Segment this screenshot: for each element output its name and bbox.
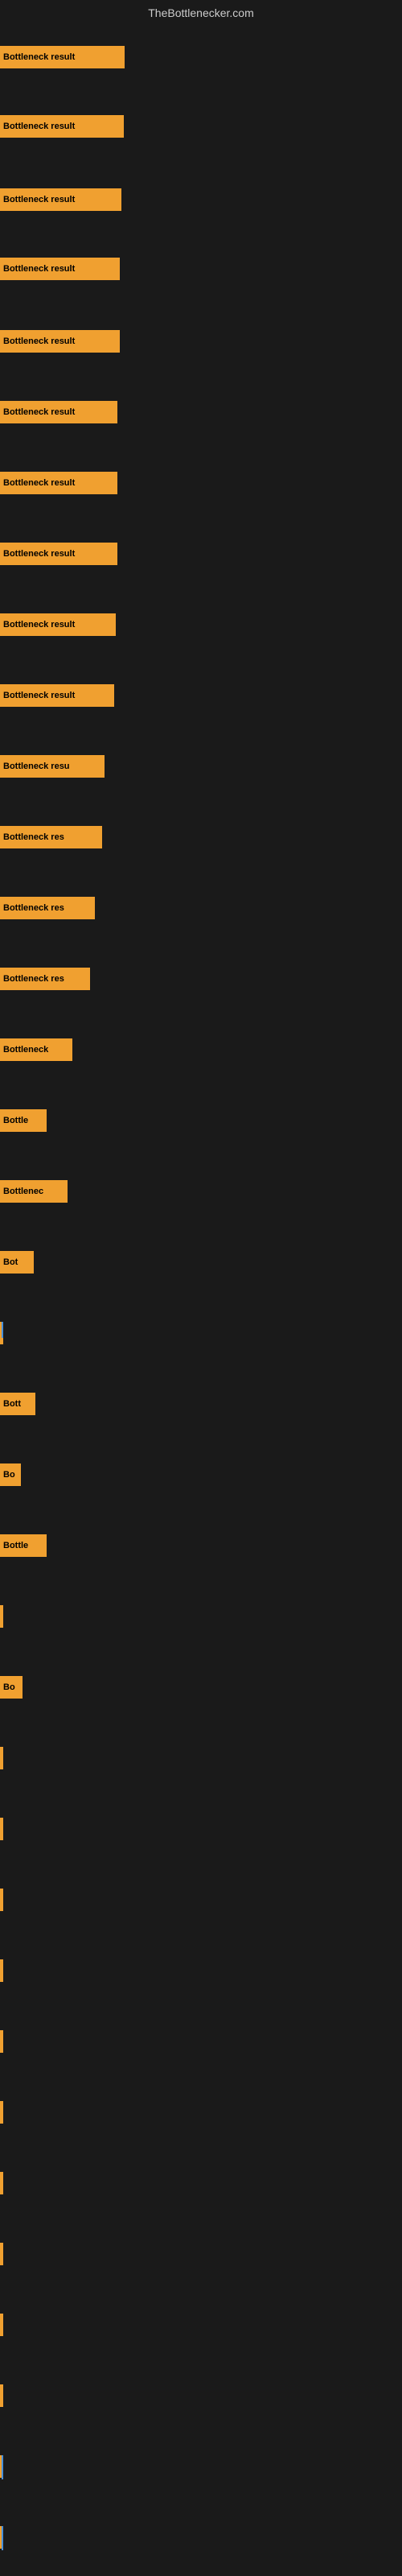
bottleneck-label-11: Bottleneck res — [3, 832, 64, 842]
bottleneck-label-9: Bottleneck result — [3, 691, 75, 700]
bottleneck-label-10: Bottleneck resu — [3, 762, 70, 771]
bottleneck-label-1: Bottleneck result — [3, 122, 75, 131]
vertical-line-1 — [2, 2455, 3, 2479]
bottleneck-bar-31 — [0, 2243, 3, 2265]
bottleneck-bar-22 — [0, 1605, 3, 1628]
bottleneck-label-13: Bottleneck res — [3, 974, 64, 984]
bottleneck-bar-12: Bottleneck res — [0, 897, 95, 919]
bottleneck-bar-14: Bottleneck — [0, 1038, 72, 1061]
site-title: TheBottlenecker.com — [0, 0, 402, 23]
bottleneck-bar-32 — [0, 2314, 3, 2336]
bottleneck-bar-27 — [0, 1959, 3, 1982]
bottleneck-bar-17: Bot — [0, 1251, 34, 1274]
bottleneck-label-5: Bottleneck result — [3, 407, 75, 417]
bottleneck-bar-3: Bottleneck result — [0, 258, 120, 280]
bottleneck-label-19: Bott — [3, 1399, 21, 1409]
bottleneck-label-4: Bottleneck result — [3, 336, 75, 346]
bottleneck-bar-24 — [0, 1747, 3, 1769]
bottleneck-bar-8: Bottleneck result — [0, 613, 116, 636]
bottleneck-bar-11: Bottleneck res — [0, 826, 102, 848]
bottleneck-bar-10: Bottleneck resu — [0, 755, 105, 778]
bottleneck-bar-13: Bottleneck res — [0, 968, 90, 990]
bottleneck-label-14: Bottleneck — [3, 1045, 48, 1055]
bottleneck-bar-21: Bottle — [0, 1534, 47, 1557]
bottleneck-bar-4: Bottleneck result — [0, 330, 120, 353]
bottleneck-label-0: Bottleneck result — [3, 52, 75, 62]
bottleneck-bar-23: Bo — [0, 1676, 23, 1699]
bottleneck-bar-5: Bottleneck result — [0, 401, 117, 423]
bottleneck-bar-15: Bottle — [0, 1109, 47, 1132]
bottleneck-label-17: Bot — [3, 1257, 18, 1267]
bottleneck-label-12: Bottleneck res — [3, 903, 64, 913]
bottleneck-label-2: Bottleneck result — [3, 195, 75, 204]
bottleneck-label-15: Bottle — [3, 1116, 28, 1125]
bottleneck-label-23: Bo — [3, 1682, 15, 1692]
bottleneck-bar-20: Bo — [0, 1463, 21, 1486]
bottleneck-bar-6: Bottleneck result — [0, 472, 117, 494]
bottleneck-bar-30 — [0, 2172, 3, 2194]
bottleneck-label-20: Bo — [3, 1470, 15, 1480]
vertical-line-2 — [2, 2526, 3, 2550]
bottleneck-bar-26 — [0, 1889, 3, 1911]
bottleneck-bar-0: Bottleneck result — [0, 46, 125, 68]
bottleneck-bar-19: Bott — [0, 1393, 35, 1415]
bottleneck-label-8: Bottleneck result — [3, 620, 75, 630]
bottleneck-bar-2: Bottleneck result — [0, 188, 121, 211]
bottleneck-bar-33 — [0, 2384, 3, 2407]
vertical-line-0 — [2, 1322, 3, 1338]
bottleneck-bar-25 — [0, 1818, 3, 1840]
bottleneck-bar-1: Bottleneck result — [0, 115, 124, 138]
bottleneck-bar-16: Bottlenec — [0, 1180, 68, 1203]
bottleneck-label-7: Bottleneck result — [3, 549, 75, 559]
bottleneck-label-6: Bottleneck result — [3, 478, 75, 488]
bottleneck-bar-29 — [0, 2101, 3, 2124]
bottleneck-bar-7: Bottleneck result — [0, 543, 117, 565]
bottleneck-label-3: Bottleneck result — [3, 264, 75, 274]
bottleneck-label-16: Bottlenec — [3, 1187, 43, 1196]
bottleneck-bar-28 — [0, 2030, 3, 2053]
bottleneck-bar-9: Bottleneck result — [0, 684, 114, 707]
bottleneck-label-21: Bottle — [3, 1541, 28, 1550]
